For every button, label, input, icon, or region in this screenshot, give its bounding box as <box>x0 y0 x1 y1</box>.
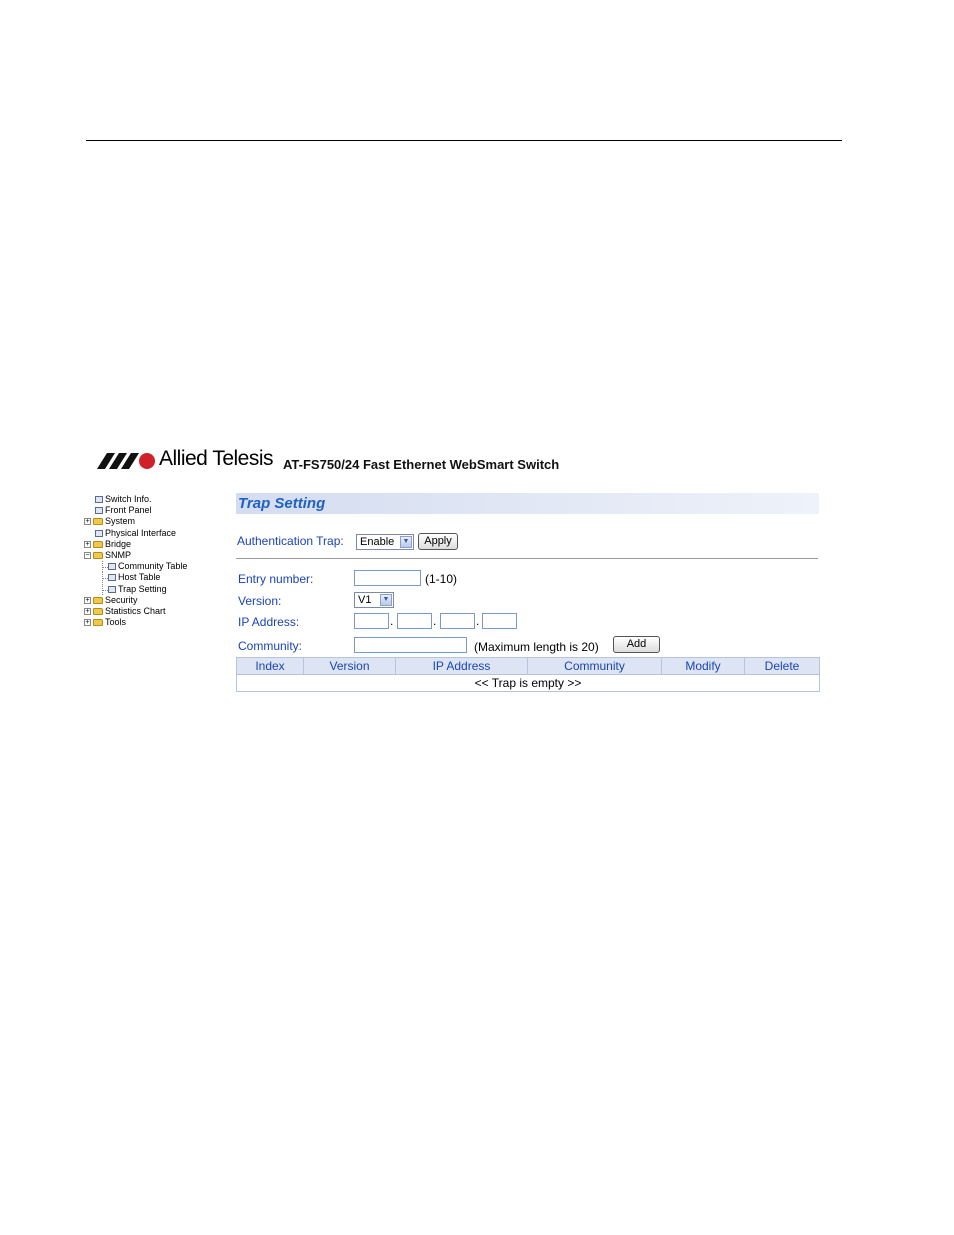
col-version: Version <box>303 657 396 675</box>
tree-item-label: Front Panel <box>105 505 152 516</box>
expand-icon[interactable]: + <box>84 518 91 526</box>
tree-item-label: Host Table <box>118 572 161 583</box>
col-modify: Modify <box>661 657 745 675</box>
collapse-icon[interactable]: − <box>84 552 91 560</box>
entry-number-label: Entry number: <box>238 572 314 586</box>
entry-number-hint: (1-10) <box>425 572 458 586</box>
ip-dot: . <box>433 614 437 628</box>
tree-item-community-table[interactable]: Community Table <box>84 561 214 573</box>
brand-name: Allied Telesis <box>159 447 274 470</box>
entry-number-input[interactable] <box>354 570 421 586</box>
tree-item-label: Bridge <box>105 538 132 549</box>
tree-item-host-table[interactable]: Host Table <box>84 572 214 584</box>
auth-trap-value: Enable <box>360 536 395 548</box>
tree-item-snmp[interactable]: − SNMP <box>84 550 214 561</box>
ip-dot: . <box>476 614 480 628</box>
col-community: Community <box>527 657 662 675</box>
community-label: Community: <box>238 639 303 653</box>
tree-item-security[interactable]: + Security <box>84 595 214 606</box>
tree-item-label: System <box>105 516 136 527</box>
version-value: V1 <box>358 594 372 606</box>
tree-item-bridge[interactable]: + Bridge <box>84 539 214 550</box>
version-select[interactable]: V1 ▼ <box>354 592 394 608</box>
tree-item-label: Physical Interface <box>105 527 177 538</box>
app-header: Allied Telesis AT-FS750/24 Fast Ethernet… <box>97 447 617 475</box>
version-label: Version: <box>238 594 282 608</box>
folder-icon <box>93 607 103 615</box>
product-title: AT-FS750/24 Fast Ethernet WebSmart Switc… <box>283 457 560 472</box>
tree-item-label: Security <box>105 594 138 605</box>
folder-icon <box>93 518 103 526</box>
folder-icon <box>93 619 103 627</box>
expand-icon[interactable]: + <box>84 619 91 627</box>
page-icon <box>95 507 103 515</box>
tree-item-label: Tools <box>105 617 127 628</box>
table-header-row: Index Version IP Address Community Modif… <box>236 657 820 675</box>
ip-octet-1-input[interactable] <box>354 613 389 629</box>
page-icon <box>108 585 116 593</box>
col-delete: Delete <box>744 657 820 675</box>
ip-octet-3-input[interactable] <box>440 613 475 629</box>
page-icon <box>108 563 116 571</box>
empty-message: << Trap is empty >> <box>236 674 820 692</box>
tree-item-front-panel[interactable]: Front Panel <box>84 505 214 516</box>
tree-item-tools[interactable]: + Tools <box>84 617 214 628</box>
ip-dot: . <box>390 614 394 628</box>
auth-trap-label: Authentication Trap: <box>237 534 344 548</box>
section-divider <box>236 558 818 559</box>
tree-item-label: SNMP <box>105 549 132 560</box>
auth-trap-select[interactable]: Enable ▼ <box>356 534 414 550</box>
tree-item-statistics-chart[interactable]: + Statistics Chart <box>84 606 214 617</box>
community-input[interactable] <box>354 637 467 653</box>
tree-item-label: Community Table <box>118 561 188 572</box>
page-top-rule <box>86 140 842 141</box>
ip-octet-2-input[interactable] <box>397 613 432 629</box>
tree-item-system[interactable]: + System <box>84 516 214 527</box>
tree-item-label: Trap Setting <box>118 583 167 594</box>
tree-item-physical-interface[interactable]: Physical Interface <box>84 528 214 539</box>
trap-table: Index Version IP Address Community Modif… <box>236 657 820 692</box>
add-button[interactable]: Add <box>613 636 660 653</box>
expand-icon[interactable]: + <box>84 607 91 615</box>
ip-address-label: IP Address: <box>238 615 300 629</box>
chevron-down-icon: ▼ <box>380 594 392 606</box>
table-row: << Trap is empty >> <box>236 674 820 692</box>
tree-item-switch-info[interactable]: Switch Info. <box>84 494 214 505</box>
ip-octet-4-input[interactable] <box>482 613 517 629</box>
expand-icon[interactable]: + <box>84 596 91 604</box>
community-hint: (Maximum length is 20) <box>474 640 599 654</box>
tree-item-trap-setting[interactable]: Trap Setting <box>84 584 214 595</box>
folder-icon <box>93 596 103 604</box>
expand-icon[interactable]: + <box>84 540 91 548</box>
tree-item-label: Switch Info. <box>105 494 152 504</box>
chevron-down-icon: ▼ <box>400 536 412 548</box>
col-ip-address: IP Address <box>395 657 528 675</box>
nav-tree: Switch Info. Front Panel + System Physic… <box>84 494 214 628</box>
page-icon <box>95 496 103 504</box>
col-index: Index <box>236 657 304 675</box>
allied-telesis-logo-icon <box>97 453 155 469</box>
tree-item-label: Statistics Chart <box>105 605 166 616</box>
open-folder-icon <box>93 552 103 560</box>
panel-title: Trap Setting <box>236 493 819 514</box>
page-icon <box>108 574 116 582</box>
folder-icon <box>93 540 103 548</box>
page-icon <box>95 529 103 537</box>
apply-button[interactable]: Apply <box>418 533 458 550</box>
